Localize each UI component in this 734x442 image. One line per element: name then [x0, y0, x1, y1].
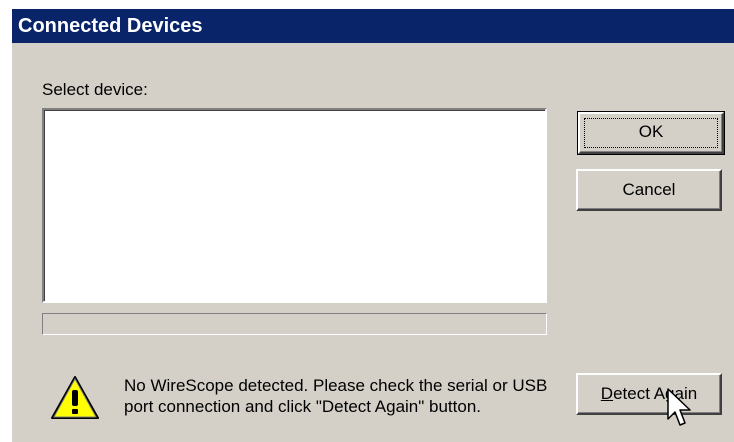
connected-devices-dialog: Connected Devices Select device: OK Canc… [10, 7, 734, 442]
dialog-title: Connected Devices [12, 9, 734, 43]
detect-again-mnemonic: D [600, 384, 614, 403]
cancel-button[interactable]: Cancel [576, 169, 722, 211]
detection-progress-bar [42, 313, 547, 335]
device-listbox[interactable] [42, 108, 547, 303]
no-device-message: No WireScope detected. Please check the … [124, 376, 548, 416]
ok-button[interactable]: OK [577, 111, 725, 155]
arrow-cursor-icon [667, 388, 691, 426]
detect-again-button[interactable]: Detect Again [576, 373, 722, 415]
warning-icon [51, 376, 99, 419]
ok-button-label: OK [584, 118, 718, 148]
select-device-label: Select device: [42, 80, 148, 99]
